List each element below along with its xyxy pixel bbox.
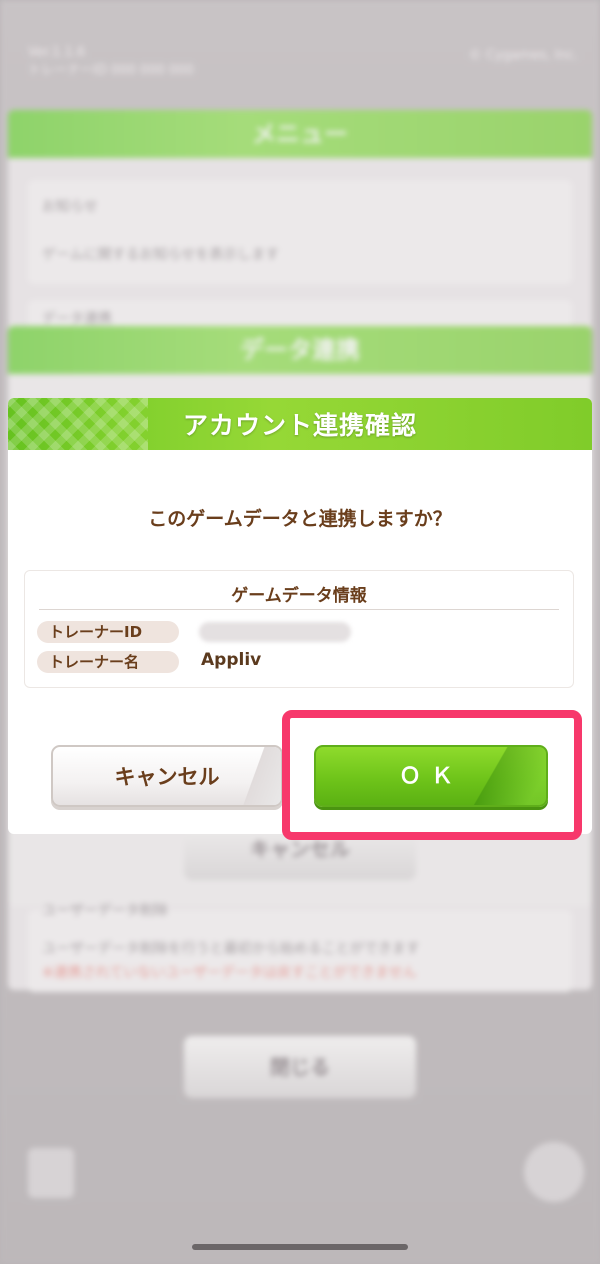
info-title: ゲームデータ情報 xyxy=(231,586,367,606)
delete-title: ユーザーデータ削除 xyxy=(42,903,168,919)
bg-close-button: 閉じる xyxy=(184,1036,416,1098)
notice-card xyxy=(28,180,572,284)
trainer-id-value-redacted xyxy=(199,622,351,642)
cancel-button-label: キャンセル xyxy=(114,765,220,789)
trainer-name-label: トレーナー名 xyxy=(37,651,179,673)
delete-desc: ユーザーデータ削除を行うと最初から始めることができます xyxy=(42,941,420,957)
game-data-info-box: ゲームデータ情報 トレーナーID トレーナー名 Appliv xyxy=(24,570,574,688)
trainer-name-value: Appliv xyxy=(201,650,262,670)
cancel-button[interactable]: キャンセル xyxy=(51,745,283,807)
notice-title: お知らせ xyxy=(42,199,98,215)
data-link-header: データ連携 xyxy=(8,326,592,374)
menu-header: メニュー xyxy=(8,110,592,158)
ok-highlight-frame xyxy=(282,710,582,840)
home-indicator[interactable] xyxy=(192,1244,408,1250)
version-info: Ver.1.1.6 トレーナーID 000 000 000 xyxy=(28,45,194,78)
confirm-question: このゲームデータと連携しますか？ xyxy=(148,508,452,530)
copyright-text: © Cygames, Inc. xyxy=(468,48,578,63)
app-logo-icon xyxy=(28,1148,74,1198)
dialog-title: アカウント連携確認 xyxy=(182,411,417,440)
data-transfer-title: データ連携 xyxy=(42,311,112,327)
delete-warning: ※連携されていないユーザーデータは戻すことができません xyxy=(42,965,417,981)
info-divider xyxy=(39,609,559,610)
menu-icon xyxy=(524,1142,584,1202)
trainer-id-label: トレーナーID xyxy=(37,621,179,643)
notice-desc: ゲームに関するお知らせを表示します xyxy=(42,247,280,263)
